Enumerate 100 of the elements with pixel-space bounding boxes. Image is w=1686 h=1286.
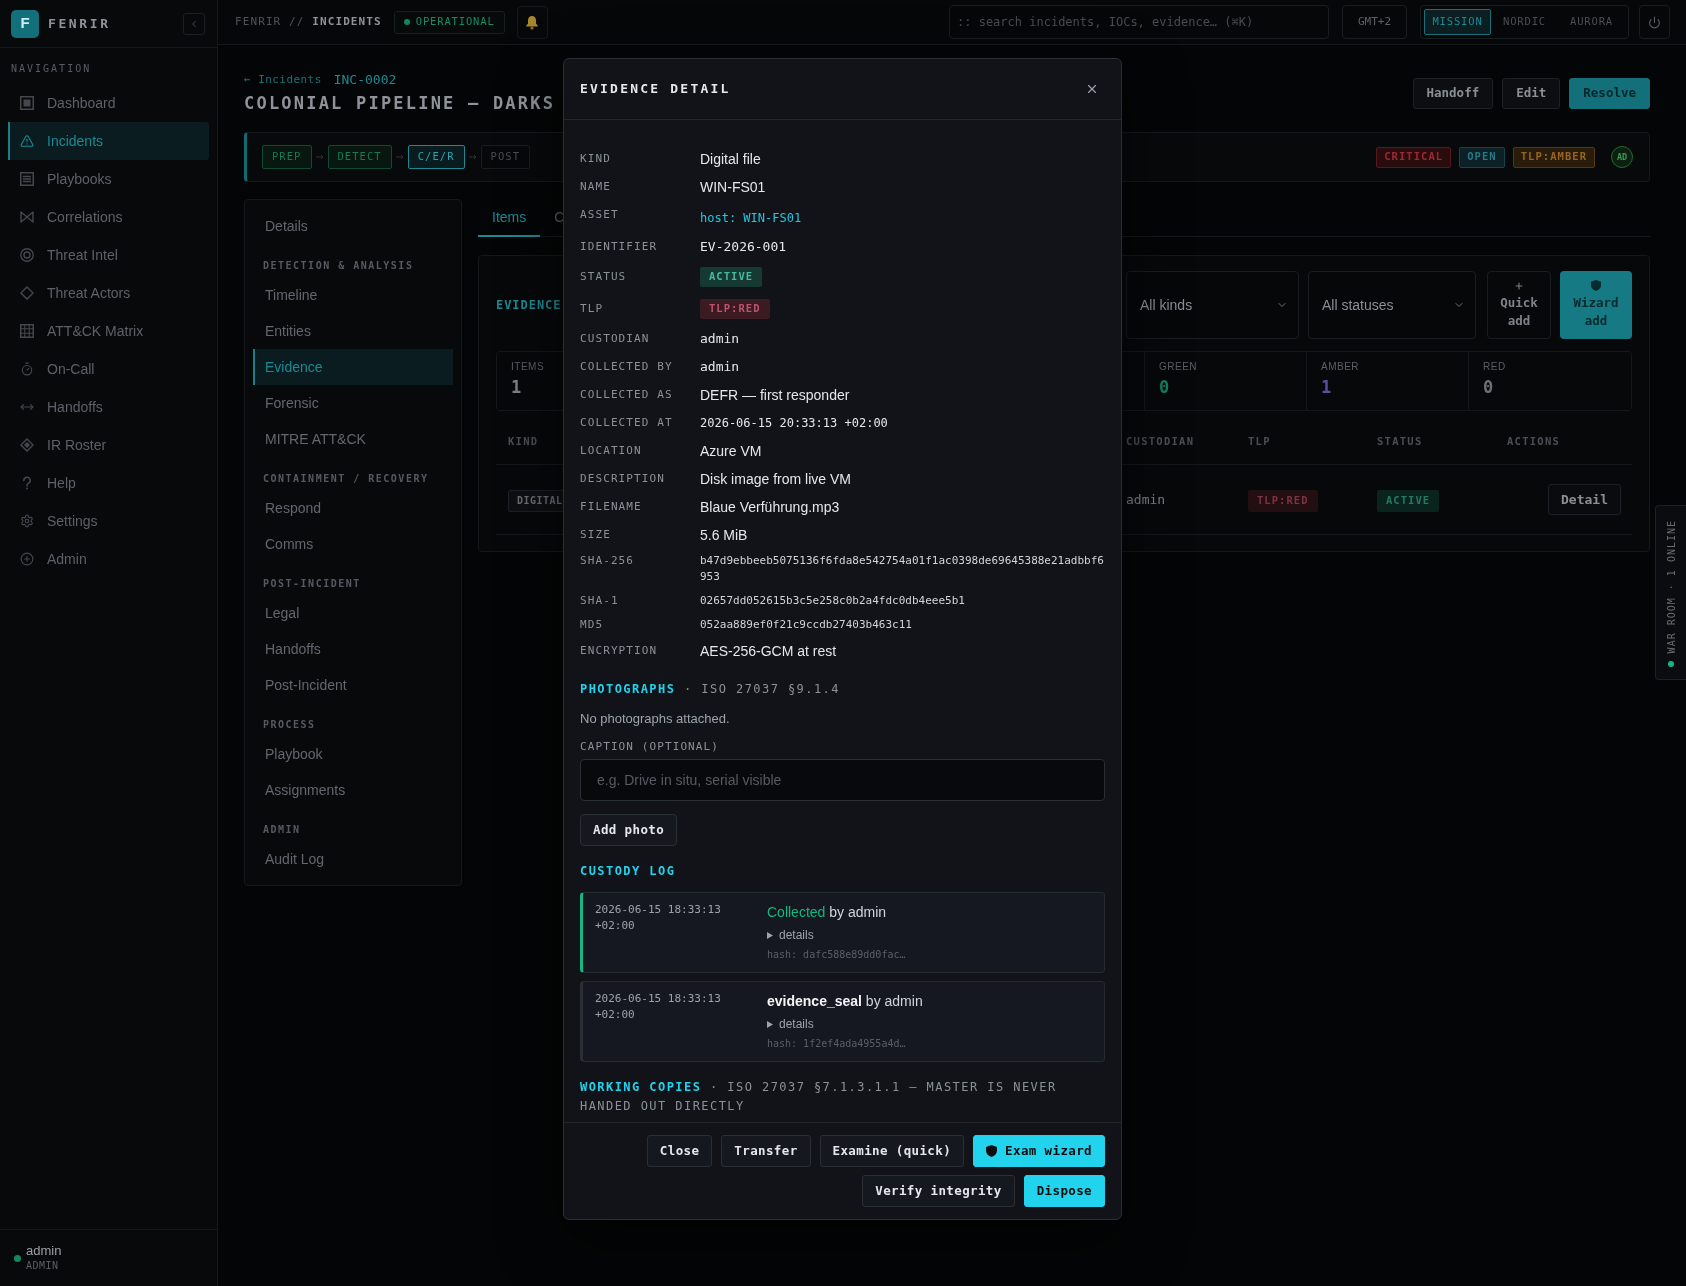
nav-item[interactable]: Threat Actors <box>8 274 209 312</box>
theme-option[interactable]: MISSION <box>1424 9 1491 35</box>
stat-label: GREEN <box>1159 361 1198 373</box>
detail-button[interactable]: Detail <box>1548 484 1621 515</box>
filter-select[interactable]: All kinds <box>1126 271 1299 339</box>
section-nav-item[interactable]: Handoffs <box>253 631 453 667</box>
status-tag: ACTIVE <box>1377 489 1440 512</box>
dialog-button[interactable]: Verify integrity <box>862 1175 1015 1207</box>
section-nav-item[interactable]: Timeline <box>253 277 453 313</box>
asset-link[interactable]: host: WIN-FS01 <box>700 211 802 225</box>
field-label: COLLECTED BY <box>580 359 674 375</box>
timezone-button[interactable]: GMT+2 <box>1342 5 1407 39</box>
search-field[interactable]: :: search incidents, IOCs, evidence… (⌘K) <box>949 5 1329 39</box>
user-role: ADMIN <box>26 1259 60 1273</box>
nav-item[interactable]: On-Call <box>8 350 209 388</box>
field-value: Disk image from live VM <box>700 470 852 489</box>
action-button[interactable]: Handoff <box>1412 78 1494 109</box>
tab[interactable]: C <box>540 199 579 237</box>
field-label: STATUS <box>580 269 628 285</box>
add-photo-button[interactable]: Add photo <box>580 814 678 846</box>
field-value: DEFR — first responder <box>700 386 851 405</box>
nav-item[interactable]: Dashboard <box>8 84 209 122</box>
nav-item[interactable]: Playbooks <box>8 160 209 198</box>
question-mark-icon <box>20 476 34 490</box>
action-button[interactable]: Resolve <box>1569 78 1650 109</box>
field-value: 5.6 MiB <box>700 526 749 545</box>
section-nav-item[interactable]: Evidence <box>253 349 453 385</box>
section-nav-item[interactable]: Post-Incident <box>253 667 453 703</box>
close-icon <box>1085 82 1099 96</box>
entry-title: Collected by admin <box>767 903 887 922</box>
section-nav-item[interactable]: Playbook <box>253 736 453 772</box>
arrow-icon <box>468 154 477 160</box>
stage-chip[interactable]: PREP <box>262 145 312 169</box>
nav-item[interactable]: IR Roster <box>8 426 209 464</box>
nav-section-heading: POST-INCIDENT <box>262 578 362 590</box>
arrow-icon <box>395 154 404 160</box>
war-room-tab[interactable]: WAR ROOM · 1 ONLINE <box>1655 505 1686 680</box>
nav-section-heading: PROCESS <box>262 719 317 731</box>
theme-option[interactable]: AURORA <box>1558 9 1625 35</box>
nav-item[interactable]: ATT&CK Matrix <box>8 312 209 350</box>
target-icon <box>20 248 34 262</box>
field-value: b47d9ebbeeb5075136f6fda8e542754a01f1ac0398de69645388e21adbbf6953 <box>700 553 1105 585</box>
field-label: MD5 <box>580 617 605 633</box>
dialog-button[interactable]: Close <box>646 1135 713 1167</box>
card-title: EVIDENCE <box>496 297 562 314</box>
custodian-text: admin <box>1126 490 1167 509</box>
filter-select[interactable]: All statuses <box>1308 271 1476 339</box>
wizard-add-button[interactable]: Wizard add <box>1560 271 1632 339</box>
incident-tag: OPEN <box>1459 146 1505 168</box>
quick-add-button[interactable]: Quick add <box>1487 271 1551 339</box>
dialog-title: EVIDENCE DETAIL <box>580 80 731 99</box>
field-value: admin <box>700 330 741 348</box>
stage-chip[interactable]: DETECT <box>327 145 392 169</box>
notifications-button[interactable] <box>516 5 548 39</box>
tab[interactable]: Items <box>478 199 541 237</box>
field-label: ENCRYPTION <box>580 643 659 659</box>
nav-item[interactable]: Threat Intel <box>8 236 209 274</box>
caption-field[interactable]: e.g. Drive in situ, serial visible <box>580 759 1105 801</box>
theme-option[interactable]: NORDIC <box>1491 9 1558 35</box>
details-toggle[interactable]: details <box>767 927 814 943</box>
field-label: SHA-1 <box>580 593 620 609</box>
section-nav-item[interactable]: Forensic <box>253 385 453 421</box>
entry-title: evidence_seal by admin <box>767 992 923 1011</box>
nav-item[interactable]: Handoffs <box>8 388 209 426</box>
field-label: COLLECTED AS <box>580 387 674 403</box>
diamond-icon <box>20 286 34 300</box>
section-heading: WORKING COPIES · ISO 27037 §7.1.3.1.1 — MASTER IS NEVER HANDED OUT DIRECTLY <box>580 1079 1058 1115</box>
dialog-button[interactable]: Examine (quick) <box>819 1135 965 1167</box>
section-nav-item[interactable]: Entities <box>253 313 453 349</box>
details-toggle[interactable]: details <box>767 1016 814 1032</box>
field-label: FILENAME <box>580 499 643 515</box>
section-nav-item[interactable]: Details <box>253 208 453 244</box>
caption-label: CAPTION (OPTIONAL) <box>580 740 720 754</box>
dialog-button[interactable]: Exam wizard <box>973 1135 1105 1167</box>
caret-icon <box>767 931 773 939</box>
nav-item[interactable]: Admin <box>8 540 209 578</box>
section-nav-item[interactable]: Audit Log <box>253 841 453 877</box>
nav-section-heading: DETECTION & ANALYSIS <box>262 260 415 272</box>
diamond-icon <box>20 438 34 452</box>
nav-item[interactable]: Correlations <box>8 198 209 236</box>
assignee-avatar: AD <box>1611 146 1633 168</box>
field-label: CUSTODIAN <box>580 331 651 347</box>
section-nav-item[interactable]: Respond <box>253 490 453 526</box>
nav-item[interactable]: Help <box>8 464 209 502</box>
field-value: 052aa889ef0f21c9ccdb27403b463c11 <box>700 617 913 633</box>
stage-chip[interactable]: POST <box>480 145 531 169</box>
dialog-button[interactable]: Transfer <box>721 1135 811 1167</box>
logo-tile: F <box>11 9 39 38</box>
section-nav-item[interactable]: Comms <box>253 526 453 562</box>
stage-chip[interactable]: C/E/R <box>407 145 465 169</box>
section-nav-item[interactable]: MITRE ATT&CK <box>253 421 453 457</box>
dialog-button[interactable]: Dispose <box>1023 1175 1105 1207</box>
back-link[interactable]: ← Incidents <box>244 71 322 89</box>
section-nav-item[interactable]: Assignments <box>253 772 453 808</box>
column-header: ACTIONS <box>1507 435 1561 447</box>
section-nav-item[interactable]: Legal <box>253 595 453 631</box>
action-button[interactable]: Edit <box>1502 78 1561 109</box>
stat-value: 0 <box>1159 376 1170 398</box>
nav-item[interactable]: Settings <box>8 502 209 540</box>
nav-item[interactable]: Incidents <box>8 122 209 160</box>
